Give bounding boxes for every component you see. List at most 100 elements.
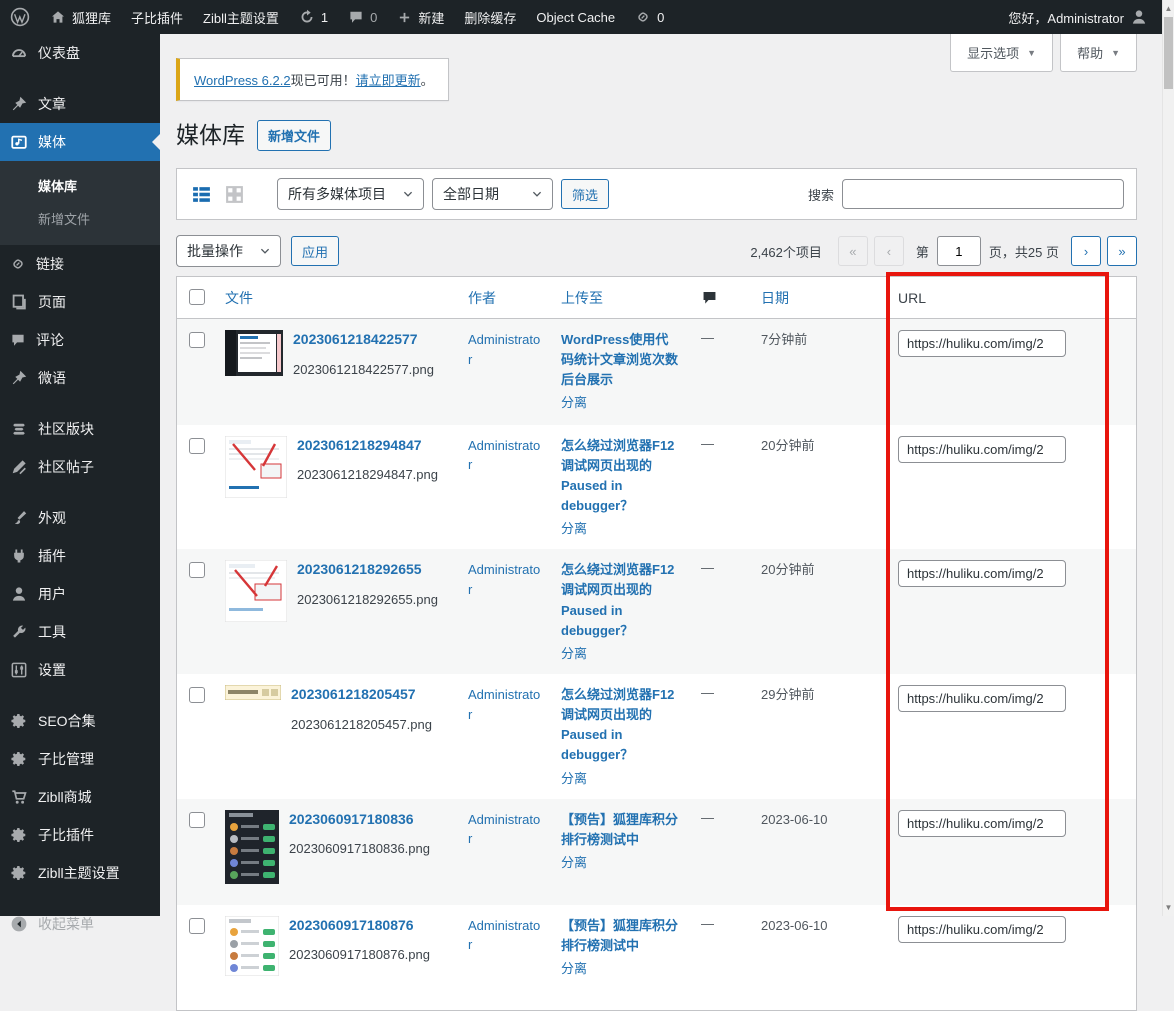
sidebar-item-comments[interactable]: 评论	[0, 321, 160, 359]
url-copy-field[interactable]	[898, 810, 1066, 837]
adminbar-link-count[interactable]: 0	[625, 0, 674, 34]
author-link[interactable]: Administrator	[468, 562, 540, 597]
scrollbar[interactable]: ▲ ▼	[1162, 0, 1174, 916]
adminbar-wordpress-logo[interactable]	[0, 0, 40, 34]
author-link[interactable]: Administrator	[468, 812, 540, 847]
media-thumbnail-dark-leaderboard[interactable]	[225, 810, 279, 884]
media-thumbnail-light-leaderboard[interactable]	[225, 916, 279, 976]
sidebar-item-links[interactable]: 链接	[0, 245, 160, 283]
update-now-link[interactable]: 请立即更新	[356, 73, 421, 88]
media-type-select[interactable]: 所有多媒体项目	[277, 178, 424, 210]
adminbar-clear-cache[interactable]: 删除缓存	[454, 0, 526, 34]
next-page-button[interactable]: ›	[1071, 236, 1101, 266]
adminbar-updates[interactable]: 1	[289, 0, 338, 34]
date-filter-select[interactable]: 全部日期	[432, 178, 553, 210]
media-title-link[interactable]: 2023061218422577	[293, 330, 434, 350]
submenu-item-media-library[interactable]: 媒体库	[0, 169, 160, 202]
scrollbar-thumb[interactable]	[1164, 17, 1173, 89]
uploaded-to-post-link[interactable]: 怎么绕过浏览器F12调试网页出现的Paused in debugger？	[561, 560, 681, 641]
select-all-checkbox[interactable]	[189, 289, 205, 305]
author-link[interactable]: Administrator	[468, 687, 540, 722]
sidebar-item-forum-sections[interactable]: 社区版块	[0, 410, 160, 448]
sidebar-item-appearance[interactable]: 外观	[0, 499, 160, 537]
detach-link[interactable]: 分离	[561, 394, 587, 412]
add-new-file-button[interactable]: 新增文件	[257, 120, 331, 151]
adminbar-new-content[interactable]: 新建	[387, 0, 454, 34]
adminbar-zibi-plugin[interactable]: 子比插件	[121, 0, 193, 34]
first-page-button[interactable]: «	[838, 236, 868, 266]
screen-options-button[interactable]: 显示选项 ▼	[950, 34, 1053, 72]
media-thumbnail-annotated-page[interactable]	[225, 436, 287, 498]
sidebar-item-media[interactable]: 媒体	[0, 123, 160, 161]
column-header-author[interactable]: 作者	[468, 290, 496, 306]
sidebar-item-tools[interactable]: 工具	[0, 613, 160, 651]
scroll-up-arrow[interactable]: ▲	[1163, 4, 1174, 13]
sidebar-item-collapse-menu[interactable]: 收起菜单	[0, 905, 160, 943]
row-checkbox[interactable]	[189, 562, 205, 578]
sidebar-item-dashboard[interactable]: 仪表盘	[0, 34, 160, 72]
sidebar-item-pages[interactable]: 页面	[0, 283, 160, 321]
column-header-file[interactable]: 文件	[225, 290, 253, 306]
media-title-link[interactable]: 2023061218294847	[297, 436, 438, 456]
detach-link[interactable]: 分离	[561, 960, 587, 978]
uploaded-to-post-link[interactable]: 【预告】狐狸库积分排行榜测试中	[561, 916, 681, 956]
adminbar-comments[interactable]: 0	[338, 0, 387, 34]
search-input[interactable]	[842, 179, 1124, 209]
account-menu[interactable]: 您好，Administrator	[994, 0, 1162, 34]
row-checkbox[interactable]	[189, 438, 205, 454]
sidebar-item-zibi-manage[interactable]: 子比管理	[0, 740, 160, 778]
grid-view-button[interactable]	[222, 182, 247, 207]
author-link[interactable]: Administrator	[468, 332, 540, 367]
list-view-button[interactable]	[189, 182, 214, 207]
sidebar-item-settings[interactable]: 设置	[0, 651, 160, 689]
author-link[interactable]: Administrator	[468, 918, 540, 953]
url-copy-field[interactable]	[898, 330, 1066, 357]
url-copy-field[interactable]	[898, 560, 1066, 587]
media-thumbnail-annotated-page2[interactable]	[225, 560, 287, 622]
detach-link[interactable]: 分离	[561, 770, 587, 788]
adminbar-object-cache[interactable]: Object Cache	[526, 0, 625, 34]
row-checkbox[interactable]	[189, 332, 205, 348]
bulk-actions-select[interactable]: 批量操作	[176, 235, 281, 267]
detach-link[interactable]: 分离	[561, 520, 587, 538]
help-button[interactable]: 帮助 ▼	[1060, 34, 1137, 72]
sidebar-item-plugins[interactable]: 插件	[0, 537, 160, 575]
media-title-link[interactable]: 2023061218292655	[297, 560, 438, 580]
sidebar-item-zibll-theme-settings[interactable]: Zibll主题设置	[0, 854, 160, 892]
row-checkbox[interactable]	[189, 918, 205, 934]
sidebar-item-forum-posts[interactable]: 社区帖子	[0, 448, 160, 486]
media-title-link[interactable]: 2023060917180876	[289, 916, 430, 936]
row-checkbox[interactable]	[189, 687, 205, 703]
sidebar-item-users[interactable]: 用户	[0, 575, 160, 613]
url-copy-field[interactable]	[898, 436, 1066, 463]
current-page-input[interactable]	[937, 236, 981, 266]
adminbar-zibll-theme-settings[interactable]: Zibll主题设置	[193, 0, 289, 34]
adminbar-site-name[interactable]: 狐狸库	[40, 0, 121, 34]
uploaded-to-post-link[interactable]: 【预告】狐狸库积分排行榜测试中	[561, 810, 681, 850]
row-checkbox[interactable]	[189, 812, 205, 828]
sidebar-item-seo-suite[interactable]: SEO合集	[0, 702, 160, 740]
column-header-date[interactable]: 日期	[761, 290, 789, 306]
url-copy-field[interactable]	[898, 916, 1066, 943]
sidebar-item-zibll-shop[interactable]: Zibll商城	[0, 778, 160, 816]
media-thumbnail-dark-admin[interactable]	[225, 330, 283, 377]
url-copy-field[interactable]	[898, 685, 1066, 712]
detach-link[interactable]: 分离	[561, 854, 587, 872]
scroll-down-arrow[interactable]: ▼	[1163, 903, 1174, 912]
media-thumbnail-tooltip-bar[interactable]	[225, 685, 281, 732]
author-link[interactable]: Administrator	[468, 438, 540, 473]
filter-button[interactable]: 筛选	[561, 179, 609, 209]
wordpress-version-link[interactable]: WordPress 6.2.2	[194, 73, 291, 88]
detach-link[interactable]: 分离	[561, 645, 587, 663]
media-title-link[interactable]: 2023060917180836	[289, 810, 430, 830]
sidebar-item-weiyu[interactable]: 微语	[0, 359, 160, 397]
uploaded-to-post-link[interactable]: 怎么绕过浏览器F12调试网页出现的Paused in debugger？	[561, 436, 681, 517]
uploaded-to-post-link[interactable]: WordPress使用代码统计文章浏览次数后台展示	[561, 330, 681, 390]
uploaded-to-post-link[interactable]: 怎么绕过浏览器F12调试网页出现的Paused in debugger？	[561, 685, 681, 766]
prev-page-button[interactable]: ‹	[874, 236, 904, 266]
last-page-button[interactable]: »	[1107, 236, 1137, 266]
sidebar-item-zibi-plugins[interactable]: 子比插件	[0, 816, 160, 854]
submenu-item-media-add-new[interactable]: 新增文件	[0, 202, 160, 235]
column-header-uploaded-to[interactable]: 上传至	[561, 290, 603, 306]
sidebar-item-posts[interactable]: 文章	[0, 85, 160, 123]
